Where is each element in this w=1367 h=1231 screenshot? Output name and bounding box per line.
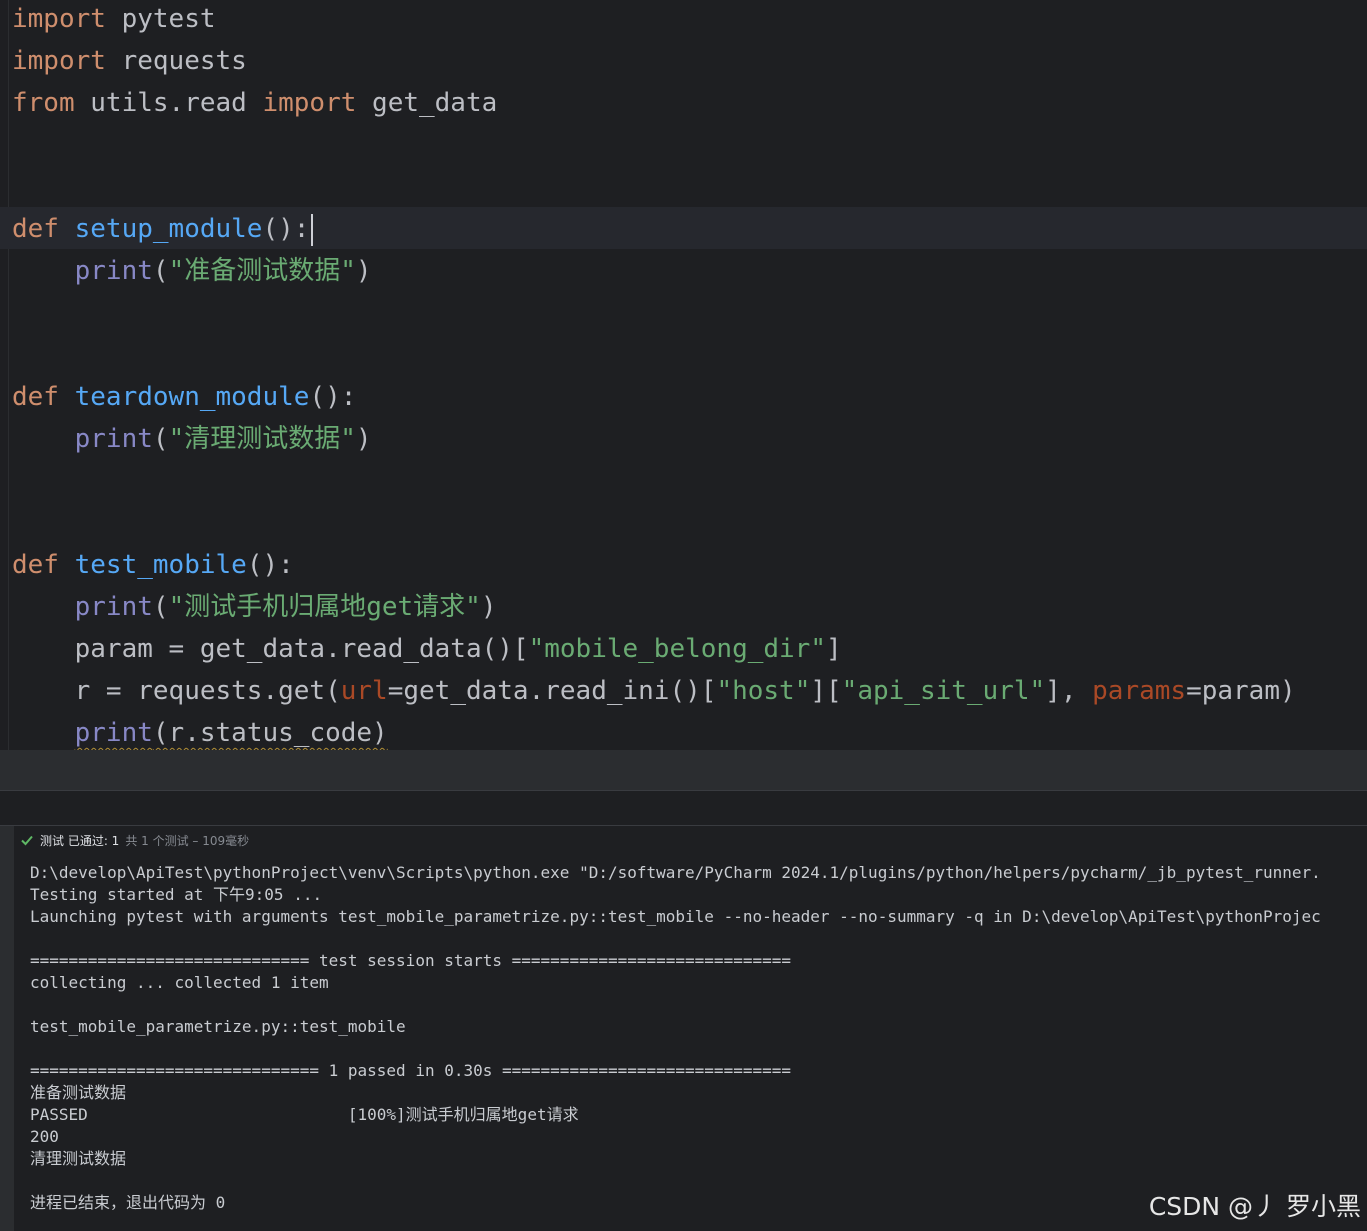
code-line-def-setup[interactable]: def setup_module(): bbox=[12, 208, 314, 250]
string-literal: "api_sit_url" bbox=[841, 676, 1046, 706]
punctuation: (): bbox=[246, 550, 294, 580]
text-caret bbox=[311, 213, 314, 246]
punctuation: ( bbox=[152, 256, 169, 286]
code-text: =param) bbox=[1186, 676, 1296, 706]
punctuation: ( bbox=[152, 424, 169, 454]
code-line-param[interactable]: param = get_data.read_data()["mobile_bel… bbox=[12, 628, 842, 670]
function-name: teardown_module bbox=[74, 382, 310, 412]
code-line-request[interactable]: r = requests.get(url=get_data.read_ini()… bbox=[12, 670, 1296, 712]
test-status-label: 测试 已通过: 1 bbox=[40, 833, 120, 848]
code-editor[interactable]: import pytest import requests from utils… bbox=[0, 0, 1367, 750]
keyword-argument: params bbox=[1092, 676, 1187, 706]
function-name: test_mobile bbox=[74, 550, 247, 580]
builtin: print bbox=[74, 256, 153, 286]
watermark: CSDN @丿 罗小黑 bbox=[1148, 1192, 1361, 1221]
code-text: =get_data.read_ini()[ bbox=[387, 676, 717, 706]
keyword-argument: url bbox=[340, 676, 388, 706]
punctuation: (): bbox=[262, 214, 310, 244]
editor-bottom-bar bbox=[0, 750, 1367, 790]
punctuation: ( bbox=[152, 592, 169, 622]
console-line: PASSED [100%]测试手机归属地get请求 bbox=[30, 1105, 579, 1124]
test-status-detail: 共 1 个测试 – 109毫秒 bbox=[125, 833, 250, 848]
console-line: 清理测试数据 bbox=[30, 1149, 127, 1168]
console-line: collecting ... collected 1 item bbox=[30, 973, 329, 992]
punctuation: ) bbox=[480, 592, 497, 622]
code-line-test-print[interactable]: print("测试手机归属地get请求") bbox=[12, 586, 497, 628]
code-line-status-print[interactable]: print(r.status_code) bbox=[12, 712, 388, 750]
imported-name: get_data bbox=[356, 88, 498, 118]
builtin: print bbox=[74, 424, 153, 454]
code-line-import-requests[interactable]: import requests bbox=[12, 40, 247, 82]
console-output[interactable]: D:\develop\ApiTest\pythonProject\venv\Sc… bbox=[30, 862, 1367, 1231]
builtin: print bbox=[74, 718, 153, 748]
code-line-import-pytest[interactable]: import pytest bbox=[12, 0, 216, 40]
test-status-bar[interactable]: 测试 已通过: 1 共 1 个测试 – 109毫秒 bbox=[14, 826, 1367, 854]
code-line-teardown-print[interactable]: print("清理测试数据") bbox=[12, 418, 372, 460]
console-line: 准备测试数据 bbox=[30, 1083, 127, 1102]
keyword: import bbox=[12, 4, 106, 34]
module-name: requests bbox=[105, 46, 247, 76]
console-line: D:\develop\ApiTest\pythonProject\venv\Sc… bbox=[30, 863, 1321, 882]
console-line: 200 bbox=[30, 1127, 59, 1146]
keyword: def bbox=[12, 550, 59, 580]
code-text: param = get_data.read_data()[ bbox=[74, 634, 529, 664]
function-name: setup_module bbox=[74, 214, 263, 244]
keyword: import bbox=[12, 46, 106, 76]
check-icon bbox=[21, 835, 33, 846]
module-name: utils.read bbox=[74, 88, 263, 118]
code-line-from-import[interactable]: from utils.read import get_data bbox=[12, 82, 497, 124]
punctuation: ], bbox=[1045, 676, 1093, 706]
console-line: ============================== 1 passed … bbox=[30, 1061, 791, 1080]
builtin: print bbox=[74, 592, 153, 622]
console-line: test_mobile_parametrize.py::test_mobile bbox=[30, 1017, 406, 1036]
keyword: from bbox=[12, 88, 75, 118]
run-tool-window[interactable]: 测试 已通过: 1 共 1 个测试 – 109毫秒 D:\develop\Api… bbox=[0, 826, 1367, 1231]
string-literal: "mobile_belong_dir" bbox=[528, 634, 826, 664]
code-text: (r.status_code) bbox=[152, 718, 388, 748]
punctuation: (): bbox=[309, 382, 357, 412]
code-text: r = requests.get( bbox=[74, 676, 341, 706]
module-name: pytest bbox=[105, 4, 216, 34]
code-line-setup-print[interactable]: print("准备测试数据") bbox=[12, 250, 372, 292]
keyword: import bbox=[262, 88, 357, 118]
keyword: def bbox=[12, 214, 59, 244]
tool-window-header bbox=[0, 790, 1367, 826]
string-literal: "清理测试数据" bbox=[168, 424, 356, 454]
string-literal: "host" bbox=[716, 676, 811, 706]
punctuation: ) bbox=[355, 256, 372, 286]
punctuation: ] bbox=[826, 634, 842, 664]
code-line-def-test[interactable]: def test_mobile(): bbox=[12, 544, 294, 586]
console-line: ============================= test sessi… bbox=[30, 951, 791, 970]
keyword: def bbox=[12, 382, 59, 412]
code-line-def-teardown[interactable]: def teardown_module(): bbox=[12, 376, 356, 418]
run-panel-side-strip bbox=[0, 826, 14, 1231]
gutter-divider bbox=[8, 0, 9, 750]
punctuation: ) bbox=[355, 424, 372, 454]
string-literal: "准备测试数据" bbox=[168, 256, 356, 286]
console-line: Testing started at 下午9:05 ... bbox=[30, 885, 323, 904]
console-line: Launching pytest with arguments test_mob… bbox=[30, 907, 1321, 926]
punctuation: ][ bbox=[810, 676, 842, 706]
string-literal: "测试手机归属地get请求" bbox=[168, 592, 481, 622]
